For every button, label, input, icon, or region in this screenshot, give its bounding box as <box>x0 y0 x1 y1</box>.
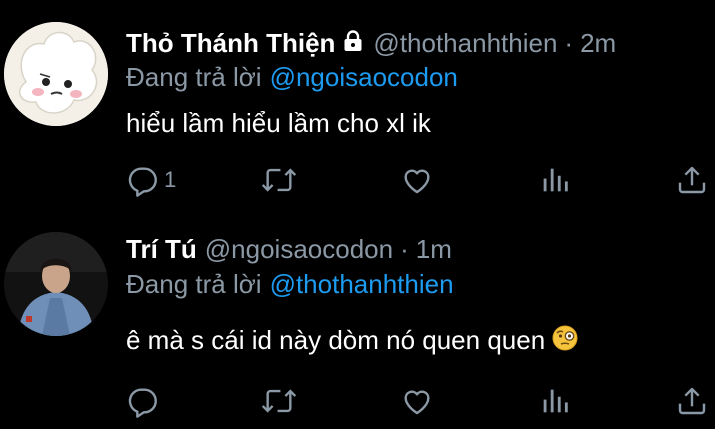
share-icon <box>678 387 706 415</box>
lock-icon <box>341 27 365 61</box>
share-button[interactable] <box>676 381 708 421</box>
tweet[interactable]: Trí Tú @ngoisaocodon · 1m Đang trả lời @t… <box>0 215 715 429</box>
retweet-button[interactable] <box>260 160 298 200</box>
replying-to-handle[interactable]: @thothanhthien <box>270 269 454 299</box>
reply-icon <box>128 388 157 418</box>
reply-button[interactable]: 1 <box>126 160 176 200</box>
display-name[interactable]: Trí Tú <box>126 232 197 266</box>
replying-to-label: Đang trả lời <box>126 62 262 92</box>
retweet-icon <box>261 168 297 192</box>
replying-to: Đang trả lời @thothanhthien <box>126 267 454 301</box>
reply-count: 1 <box>164 167 177 192</box>
avatar[interactable] <box>4 22 108 126</box>
separator-dot: · <box>564 28 574 58</box>
tweet-text-container: ê mà s cái id này dòm nó quen quen <box>126 323 579 360</box>
tweet[interactable]: Thỏ Thánh Thiện @thothanhthien · 2m Đang… <box>0 0 715 215</box>
reply-icon <box>128 167 157 197</box>
views-icon <box>543 168 568 192</box>
tweet-text: hiểu lầm hiểu lầm cho xl ik <box>126 108 431 138</box>
handle[interactable]: @ngoisaocodon <box>205 232 393 266</box>
tweet-text: ê mà s cái id này dòm nó quen quen <box>126 325 546 355</box>
retweet-icon <box>261 389 297 413</box>
timestamp[interactable]: 1m <box>416 232 452 266</box>
face-with-monocle-emoji-icon <box>551 324 579 360</box>
views-button[interactable] <box>538 381 572 421</box>
separator-dot: · <box>400 234 409 264</box>
tweet-header: Thỏ Thánh Thiện @thothanhthien · 2m <box>126 26 616 60</box>
share-button[interactable] <box>676 160 708 200</box>
replying-to: Đang trả lời @ngoisaocodon <box>126 60 458 94</box>
views-icon <box>543 389 568 413</box>
views-button[interactable] <box>538 160 572 200</box>
handle[interactable]: @thothanhthien <box>373 26 557 60</box>
avatar-image <box>4 22 108 126</box>
replying-to-label: Đang trả lời <box>126 269 262 299</box>
reply-button[interactable] <box>126 381 164 421</box>
tweet-header: Trí Tú @ngoisaocodon · 1m <box>126 232 452 266</box>
action-bar: 1 <box>0 160 715 200</box>
retweet-button[interactable] <box>260 381 298 421</box>
like-icon <box>404 390 430 415</box>
timestamp[interactable]: 2m <box>580 26 616 60</box>
like-button[interactable] <box>400 160 434 200</box>
avatar-image <box>4 232 108 336</box>
share-icon <box>678 166 706 194</box>
like-icon <box>404 169 430 194</box>
action-bar <box>0 381 715 421</box>
avatar[interactable] <box>4 232 108 336</box>
display-name[interactable]: Thỏ Thánh Thiện <box>126 26 335 60</box>
replying-to-handle[interactable]: @ngoisaocodon <box>270 62 458 92</box>
like-button[interactable] <box>400 381 434 421</box>
